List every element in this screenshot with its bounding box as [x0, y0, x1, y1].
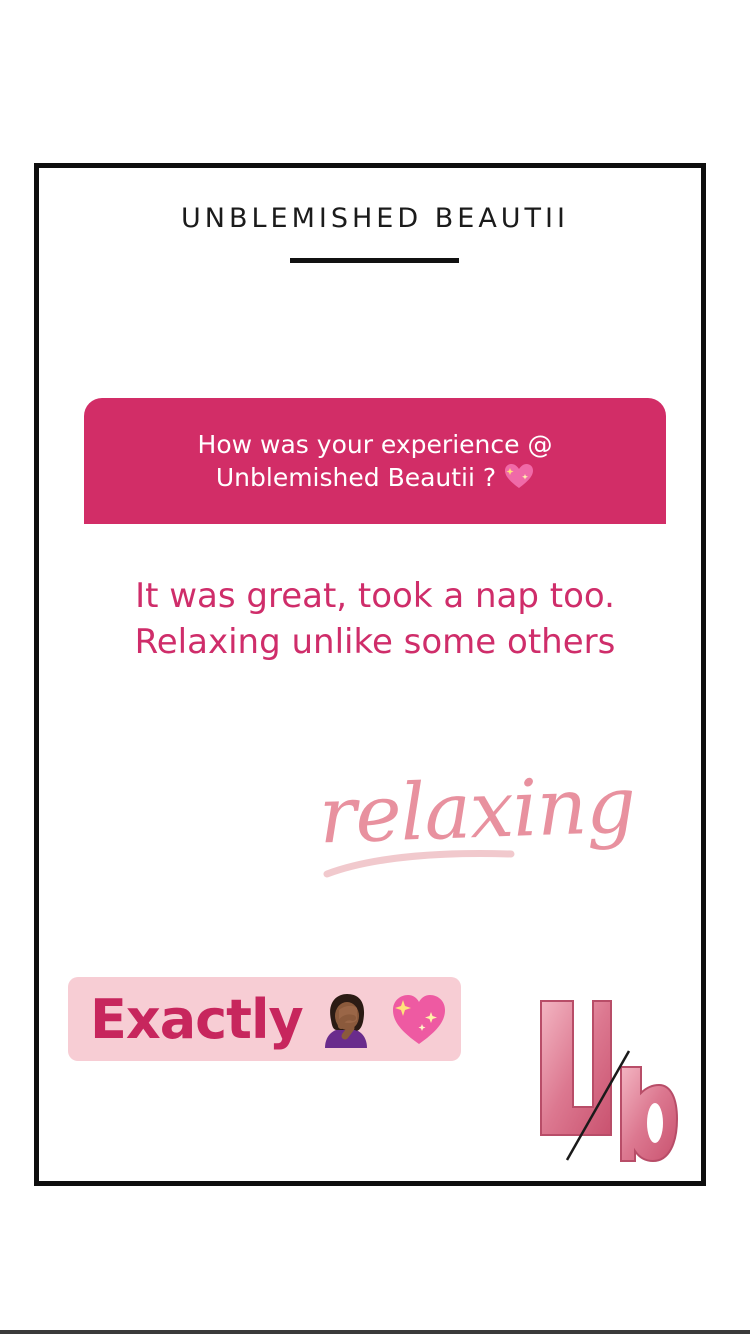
sparkling-heart-icon — [505, 464, 534, 488]
relaxing-sticker[interactable]: relaxing — [315, 756, 636, 886]
exactly-sticker[interactable]: Exactly — [68, 977, 461, 1061]
woman-facepalming-icon — [324, 994, 367, 1048]
brand-underline — [290, 258, 459, 263]
ub-logo — [540, 1000, 679, 1163]
answer-text: It was great, took a nap too. Relaxing u… — [0, 573, 750, 665]
brush-stroke-underline — [323, 850, 515, 878]
answer-line-2: Relaxing unlike some others — [134, 622, 616, 662]
story-screen: UNBLEMISHED BEAUTII How was your experie… — [0, 0, 750, 1334]
answer-line-1: It was great, took a nap too. — [135, 576, 615, 616]
question-line-2: Unblemished Beautii ? — [216, 461, 534, 494]
question-sticker[interactable]: How was your experience @ Unblemished Be… — [84, 398, 666, 524]
exactly-label: Exactly — [90, 987, 304, 1051]
bottom-divider — [0, 1330, 750, 1334]
question-line-1: How was your experience @ — [197, 430, 553, 459]
question-line-2-text: Unblemished Beautii ? — [215, 463, 497, 492]
brand-title: UNBLEMISHED BEAUTII — [181, 203, 569, 234]
sparkling-heart-icon — [392, 995, 445, 1044]
